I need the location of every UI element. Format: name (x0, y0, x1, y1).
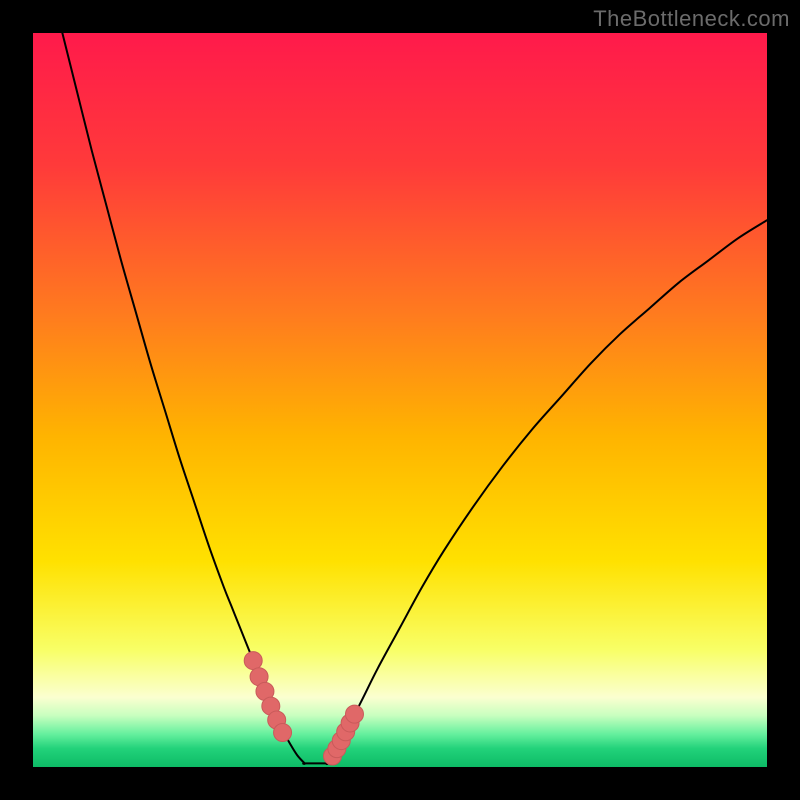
watermark-text: TheBottleneck.com (593, 6, 790, 32)
marker-dot (274, 724, 292, 742)
chart-frame: TheBottleneck.com (0, 0, 800, 800)
highlight-markers (33, 33, 767, 767)
marker-dot (244, 652, 262, 670)
marker-dot (345, 705, 363, 723)
plot-area (33, 33, 767, 767)
